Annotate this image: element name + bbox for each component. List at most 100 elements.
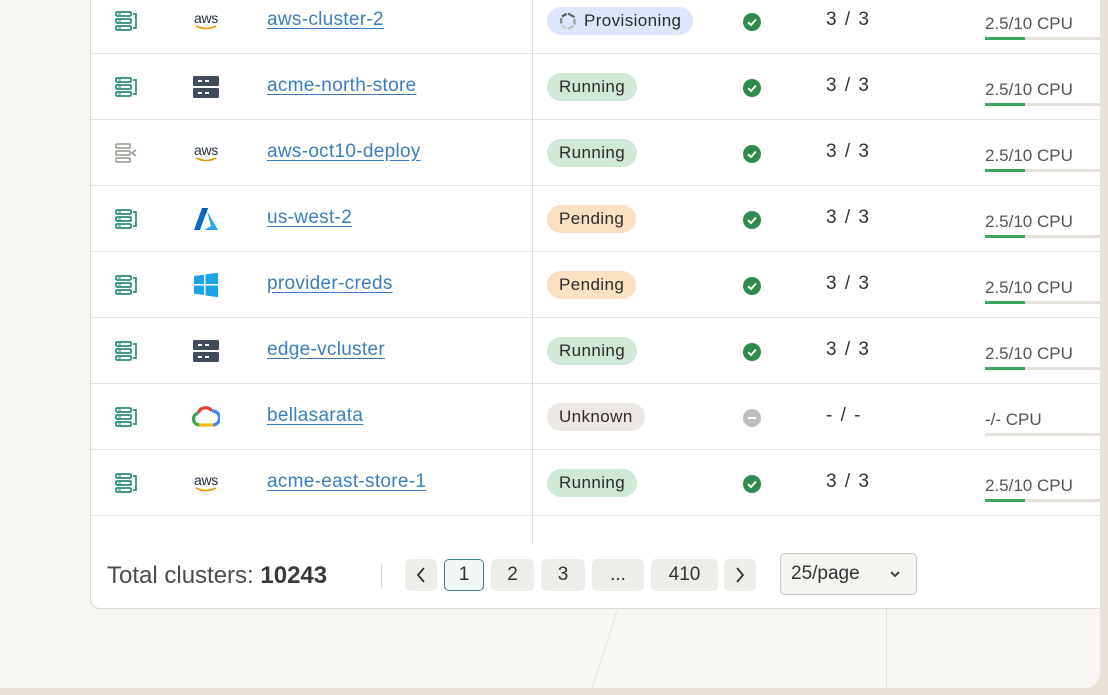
node-count: - / - — [826, 405, 862, 426]
cluster-icon — [115, 407, 137, 427]
cluster-row[interactable]: edge-vcluster Running 3 / 3 2.5/10 CPU — [91, 317, 1100, 384]
cluster-name-link[interactable]: acme-north-store — [267, 75, 416, 97]
page-size-select[interactable]: 25/page — [780, 553, 917, 595]
aws-logo-text: aws — [194, 472, 218, 488]
minus-circle-icon — [743, 409, 761, 427]
node-count: 3 / 3 — [826, 141, 871, 162]
cluster-name-link[interactable]: acme-east-store-1 — [267, 471, 426, 493]
cpu-usage-bar-fill — [985, 169, 1025, 172]
check-circle-icon — [743, 277, 761, 295]
node-count: 3 / 3 — [826, 207, 871, 228]
cpu-usage-bar-fill — [985, 301, 1025, 304]
cpu-usage-bar — [985, 37, 1100, 40]
server-rack-icon — [192, 339, 220, 363]
status-badge: Running — [547, 73, 638, 101]
cpu-usage-label: 2.5/10 CPU — [985, 476, 1073, 495]
page-button[interactable]: 1 — [444, 559, 484, 591]
cluster-name-link[interactable]: edge-vcluster — [267, 339, 385, 361]
cluster-icon — [115, 11, 137, 31]
page-button[interactable]: 410 — [651, 559, 718, 591]
cpu-usage-bar — [985, 235, 1100, 238]
page-button[interactable]: 2 — [491, 559, 534, 591]
aws-logo-icon: aws — [192, 471, 220, 495]
check-circle-icon — [743, 145, 761, 163]
aws-logo-icon: aws — [192, 141, 220, 165]
status-text: Running — [559, 341, 626, 360]
check-circle-icon — [743, 79, 761, 97]
cluster-name-link[interactable]: aws-cluster-2 — [267, 9, 384, 31]
status-text: Unknown — [559, 407, 633, 426]
total-clusters-label: Total clusters: — [107, 562, 254, 589]
status-badge: Provisioning — [547, 7, 694, 35]
check-circle-icon — [743, 343, 761, 361]
chevron-right-icon — [736, 567, 745, 583]
chevron-left-icon — [416, 567, 425, 583]
node-count: 3 / 3 — [826, 75, 871, 96]
check-circle-icon — [743, 211, 761, 229]
spinner-icon — [559, 12, 577, 30]
cpu-usage-bar — [985, 499, 1100, 502]
cpu-usage-bar — [985, 301, 1100, 304]
total-clusters: Total clusters: 10243 — [107, 562, 327, 590]
clusters-table-card: aws aws-cluster-2 Provisioning 3 / 3 2.5/10 … — [90, 0, 1100, 609]
page-button[interactable]: 3 — [541, 559, 585, 591]
cpu-usage-bar — [985, 169, 1100, 172]
google-cloud-logo-icon — [192, 405, 220, 429]
status-badge: Unknown — [547, 403, 645, 431]
cpu-usage-bar-fill — [985, 103, 1025, 106]
server-rack-icon — [192, 75, 220, 99]
status-text: Running — [559, 143, 626, 162]
cluster-icon — [115, 209, 137, 229]
azure-logo-icon — [192, 207, 220, 231]
cluster-icon — [115, 473, 137, 493]
cluster-row[interactable]: aws aws-oct10-deploy Running 3 / 3 2.5/10 CP… — [91, 119, 1100, 186]
cluster-row[interactable]: acme-north-store Running 3 / 3 2.5/10 CPU — [91, 53, 1100, 120]
cluster-name-link[interactable]: bellasarata — [267, 405, 363, 427]
cluster-name-link[interactable]: us-west-2 — [267, 207, 352, 229]
next-page-button[interactable] — [724, 559, 756, 591]
cpu-usage-bar — [985, 103, 1100, 106]
node-count: 3 / 3 — [826, 9, 871, 30]
page-size-value: 25/page — [791, 563, 860, 584]
cpu-usage-bar-fill — [985, 235, 1025, 238]
status-badge: Running — [547, 337, 638, 365]
cluster-row[interactable]: aws acme-east-store-1 Running 3 / 3 2.5/10 C… — [91, 449, 1100, 516]
status-badge: Running — [547, 139, 638, 167]
status-text: Provisioning — [584, 11, 682, 30]
cluster-row[interactable]: bellasarata Unknown - / - -/- CPU — [91, 383, 1100, 450]
cpu-usage-bar-fill — [985, 367, 1025, 370]
check-circle-icon — [743, 475, 761, 493]
app-frame: aws aws-cluster-2 Provisioning 3 / 3 2.5/10 … — [0, 0, 1100, 688]
status-badge: Pending — [547, 271, 637, 299]
node-count: 3 / 3 — [826, 339, 871, 360]
status-text: Pending — [559, 209, 625, 228]
cluster-icon — [115, 77, 137, 97]
status-badge: Pending — [547, 205, 637, 233]
cpu-usage-label: 2.5/10 CPU — [985, 278, 1073, 297]
cpu-usage-label: 2.5/10 CPU — [985, 80, 1073, 99]
windows-logo-icon — [192, 272, 220, 298]
status-badge: Running — [547, 469, 638, 497]
cpu-usage-bar-fill — [985, 499, 1025, 502]
background-line — [886, 600, 887, 688]
cpu-usage-label: 2.5/10 CPU — [985, 344, 1073, 363]
cluster-row[interactable]: us-west-2 Pending 3 / 3 2.5/10 CPU — [91, 185, 1100, 252]
cluster-name-link[interactable]: aws-oct10-deploy — [267, 141, 421, 163]
chevron-down-icon — [890, 571, 900, 578]
status-text: Running — [559, 77, 626, 96]
node-count: 3 / 3 — [826, 273, 871, 294]
check-circle-icon — [743, 13, 761, 31]
cluster-name-link[interactable]: provider-creds — [267, 273, 393, 295]
cpu-usage-label: 2.5/10 CPU — [985, 14, 1073, 33]
pagination-ellipsis[interactable]: ... — [592, 559, 644, 591]
total-clusters-value: 10243 — [260, 562, 328, 589]
cluster-icon — [115, 275, 137, 295]
prev-page-button[interactable] — [405, 559, 437, 591]
cluster-icon — [115, 341, 137, 361]
aws-logo-text: aws — [194, 142, 218, 158]
table-footer: Total clusters: 10243 1 2 3... 410 25/page — [91, 544, 1100, 608]
cluster-row[interactable]: aws aws-cluster-2 Provisioning 3 / 3 2.5/10 … — [91, 0, 1100, 54]
cluster-row[interactable]: provider-creds Pending 3 / 3 2.5/10 CPU — [91, 251, 1100, 318]
node-count: 3 / 3 — [826, 471, 871, 492]
status-text: Pending — [559, 275, 625, 294]
